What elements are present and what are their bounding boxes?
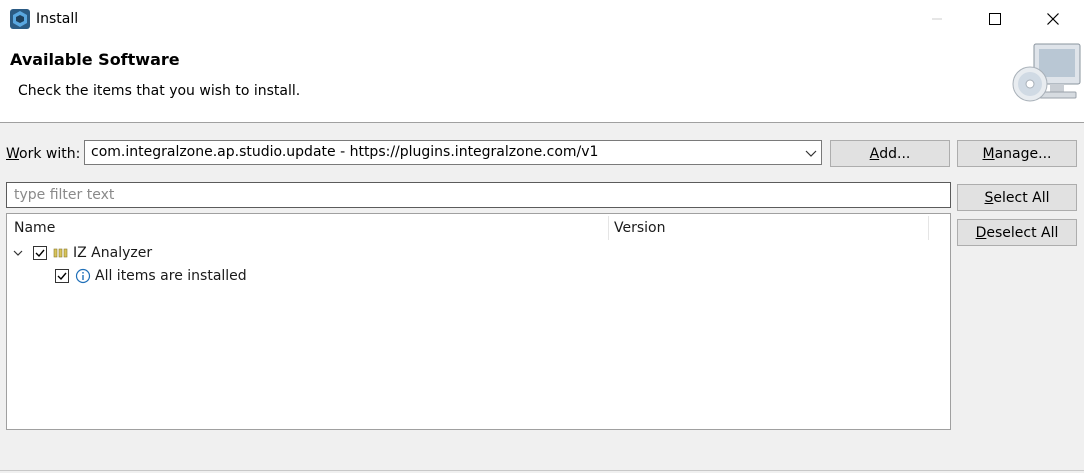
check-icon — [35, 249, 45, 258]
manage-label: anage... — [994, 145, 1052, 162]
close-button[interactable] — [1024, 0, 1082, 38]
feature-group-icon — [53, 248, 68, 258]
add-label: dd... — [879, 145, 911, 162]
add-mnemonic: A — [869, 145, 880, 162]
close-icon — [1047, 13, 1059, 25]
manage-button[interactable]: Manage... — [957, 140, 1077, 167]
work-with-label: Work with: — [6, 146, 80, 162]
check-icon — [57, 272, 67, 281]
minimize-button[interactable] — [908, 0, 966, 38]
eclipse-app-icon — [10, 9, 30, 29]
checkbox-all-installed[interactable] — [55, 269, 69, 283]
manage-mnemonic: M — [982, 145, 995, 162]
filter-field[interactable] — [6, 182, 951, 208]
filter-input[interactable] — [12, 186, 936, 204]
info-icon — [75, 268, 91, 284]
monitor-cd-icon — [1012, 43, 1081, 102]
wizard-header: Available Software Check the items that … — [0, 38, 1084, 123]
minimize-icon — [932, 18, 942, 20]
work-with-combo[interactable]: com.integralzone.ap.studio.update - http… — [84, 140, 822, 165]
tree-row-label: All items are installed — [95, 268, 247, 284]
work-with-value: com.integralzone.ap.studio.update - http… — [91, 144, 599, 160]
chevron-down-icon[interactable] — [11, 246, 25, 260]
deselect-all-mnemonic: D — [975, 224, 987, 241]
column-header-name[interactable]: Name — [14, 214, 55, 242]
maximize-icon — [989, 13, 1001, 25]
column-divider[interactable] — [608, 216, 609, 240]
label-mnemonic: W — [6, 146, 20, 162]
select-all-mnemonic: S — [984, 189, 994, 206]
select-all-button[interactable]: Select All — [957, 184, 1077, 211]
column-header-version[interactable]: Version — [614, 214, 665, 242]
label-text: ork with: — [19, 146, 81, 162]
software-tree[interactable]: Name Version IZ Analyzer All items are i… — [6, 213, 951, 430]
window-title: Install — [36, 11, 79, 27]
tree-row-label: IZ Analyzer — [73, 245, 153, 261]
title-bar: Install — [0, 0, 1084, 38]
checkbox-iz-analyzer[interactable] — [33, 246, 47, 260]
page-description: Check the items that you wish to install… — [18, 83, 301, 99]
column-divider[interactable] — [928, 216, 929, 240]
divider — [0, 470, 1084, 471]
tree-row-all-installed[interactable]: All items are installed — [55, 265, 247, 287]
page-title: Available Software — [10, 50, 180, 69]
add-button[interactable]: Add... — [830, 140, 950, 167]
maximize-button[interactable] — [966, 0, 1024, 38]
deselect-all-label: eselect All — [986, 224, 1059, 241]
deselect-all-button[interactable]: Deselect All — [957, 219, 1077, 246]
tree-row-iz-analyzer[interactable]: IZ Analyzer — [11, 242, 152, 264]
select-all-label: elect All — [993, 189, 1050, 206]
chevron-down-icon[interactable] — [805, 147, 817, 159]
